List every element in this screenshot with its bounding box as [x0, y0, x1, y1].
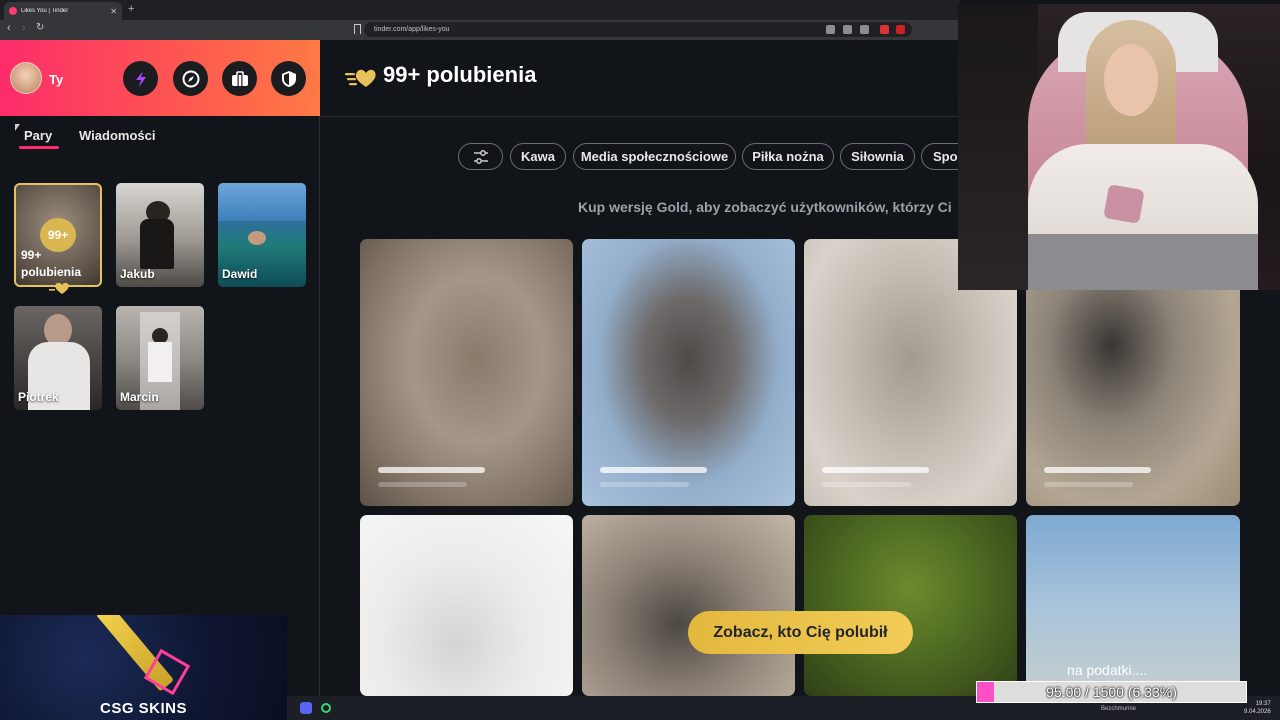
blurred-like-card[interactable] [360, 515, 573, 696]
explore-button[interactable] [173, 61, 208, 96]
share-icon[interactable] [860, 25, 869, 34]
safety-button[interactable] [271, 61, 306, 96]
sliders-icon [473, 149, 488, 164]
browser-tab[interactable]: Likes You | Tinder ✕ [4, 2, 122, 20]
browser-tab-bar [0, 0, 960, 20]
header-divider [320, 116, 960, 117]
work-mode-button[interactable] [222, 61, 257, 96]
weather-caption: Bezchmurnie [1101, 706, 1137, 712]
extension-triangle-icon[interactable] [896, 25, 905, 34]
phone [1103, 184, 1145, 224]
system-clock: 19:37 9.04.2026 [1244, 700, 1271, 716]
gold-heart-icon [345, 69, 376, 87]
match-name: Jakub [120, 267, 155, 281]
blurred-like-card[interactable] [360, 239, 573, 506]
page-title: 99+ polubienia [383, 62, 537, 87]
see-who-likes-you-button[interactable]: Zobacz, kto Cię polubił [688, 611, 913, 654]
goal-title: na podatki.... [1067, 662, 1148, 678]
blurred-like-card[interactable] [582, 239, 795, 506]
lightning-icon [135, 70, 146, 87]
filter-chip[interactable]: Piłka nożna [742, 143, 834, 170]
forward-icon[interactable]: › [22, 22, 26, 34]
likes-card-label: 99+ polubienia [21, 248, 81, 279]
filter-chip[interactable]: Kawa [510, 143, 566, 170]
match-name: Dawid [222, 267, 258, 281]
boost-button[interactable] [123, 61, 158, 96]
back-icon[interactable]: ‹ [7, 22, 11, 34]
profile-avatar[interactable] [10, 62, 42, 94]
extension-shield-icon[interactable] [880, 25, 889, 34]
match-name: Marcin [120, 390, 159, 404]
ad-brand-logo: CSG SKINS [99, 700, 187, 717]
match-card[interactable]: Jakub [116, 183, 204, 287]
filter-chip[interactable]: Siłownia [840, 143, 915, 170]
reload-icon[interactable]: ↻ [36, 22, 44, 33]
tab-matches[interactable]: Pary [24, 128, 52, 143]
goal-progress-text: 95.00 / 1500 (6.33%) [1046, 684, 1177, 700]
cast-icon[interactable] [826, 25, 835, 34]
shield-icon [281, 70, 296, 87]
match-name: Piotrek [18, 390, 59, 404]
clock-time: 19:37 [1255, 701, 1271, 707]
tinder-favicon-icon [9, 7, 17, 15]
compass-icon [182, 70, 199, 87]
match-card[interactable]: Dawid [218, 183, 306, 287]
mouse-cursor-icon [15, 124, 20, 131]
tab-messages[interactable]: Wiadomości [79, 128, 155, 143]
gold-heart-icon [47, 282, 69, 294]
zoom-icon[interactable] [843, 25, 852, 34]
new-tab-button[interactable]: + [128, 3, 134, 15]
gold-upsell-text: Kup wersję Gold, aby zobaczyć użytkownik… [578, 199, 952, 215]
match-card[interactable]: Piotrek [14, 306, 102, 410]
filter-chip[interactable]: Media społecznościowe [573, 143, 736, 170]
match-card[interactable]: Marcin [116, 306, 204, 410]
briefcase-icon [231, 70, 248, 86]
browser-tab-title: Likes You | Tinder [21, 8, 69, 14]
blurred-like-card[interactable] [804, 515, 1017, 696]
webcam-overlay [958, 4, 1280, 290]
discord-icon[interactable] [300, 702, 312, 714]
active-tab-indicator [19, 146, 59, 149]
profile-name[interactable]: Ty [49, 72, 63, 87]
close-tab-icon[interactable]: ✕ [110, 7, 117, 16]
app-icon[interactable] [321, 703, 331, 713]
bookmark-icon[interactable] [354, 24, 361, 34]
url-text: tinder.com/app/likes-you [374, 26, 450, 33]
face [1104, 44, 1158, 116]
filter-settings-button[interactable] [458, 143, 503, 170]
blurred-like-card[interactable] [582, 515, 795, 696]
clock-date: 9.04.2026 [1244, 709, 1271, 715]
